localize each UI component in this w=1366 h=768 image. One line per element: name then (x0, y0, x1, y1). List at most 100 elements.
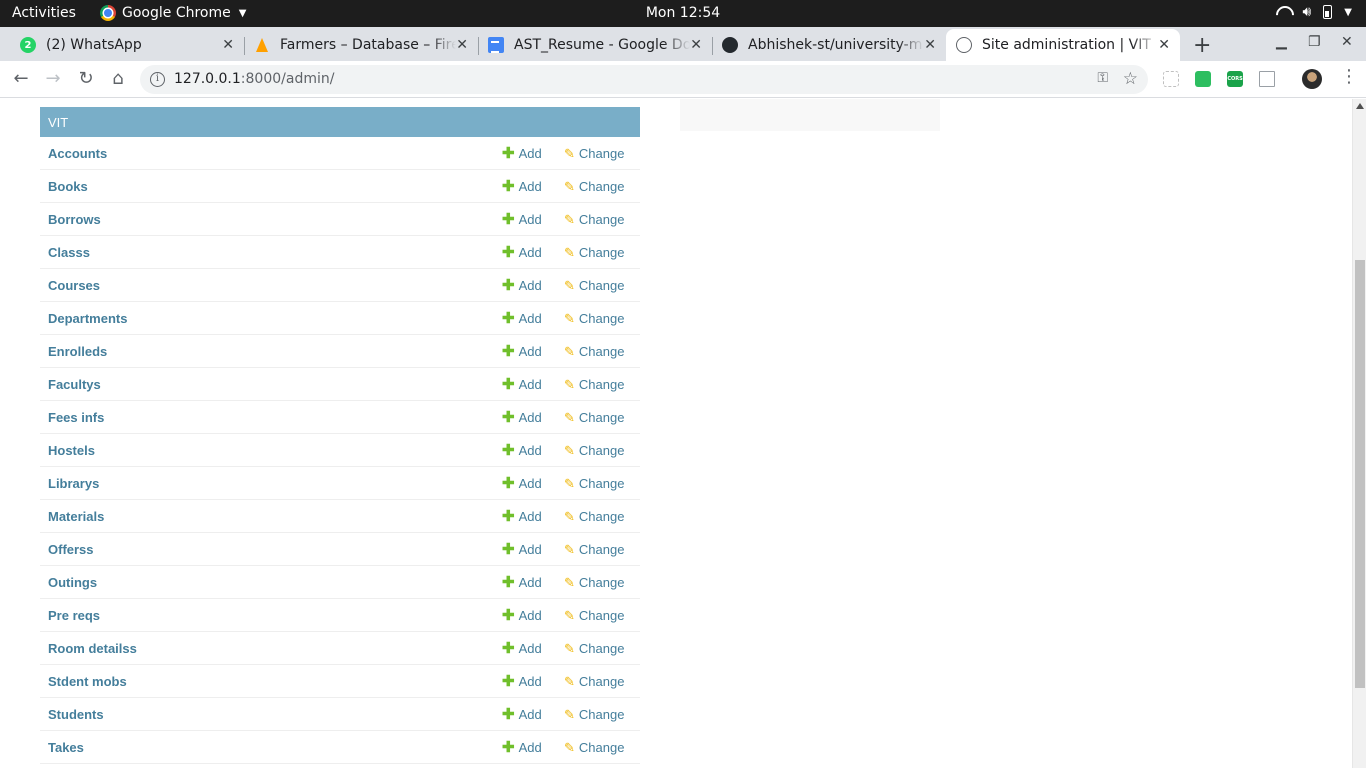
module-caption-label[interactable]: VIT (48, 115, 68, 130)
model-link[interactable]: Books (48, 179, 88, 194)
system-tray[interactable]: 🔊︎ ▼ (1276, 4, 1352, 20)
model-link[interactable]: Courses (48, 278, 100, 293)
change-link[interactable]: ✎ Change (564, 179, 624, 194)
add-label: Add (518, 575, 542, 590)
model-link[interactable]: Classs (48, 245, 90, 260)
home-icon[interactable]: ⌂ (107, 68, 129, 90)
page-icon[interactable] (1259, 71, 1275, 87)
change-link[interactable]: ✎ Change (564, 674, 624, 689)
add-link[interactable]: ✚ Add (502, 146, 542, 161)
key-icon[interactable]: ⚿ (1097, 70, 1108, 86)
add-link[interactable]: ✚ Add (502, 575, 542, 590)
change-link[interactable]: ✎ Change (564, 377, 624, 392)
close-icon[interactable]: ✕ (924, 37, 936, 53)
model-link[interactable]: Borrows (48, 212, 101, 227)
add-link[interactable]: ✚ Add (502, 707, 542, 722)
model-link[interactable]: Takes (48, 740, 84, 755)
change-link[interactable]: ✎ Change (564, 476, 624, 491)
app-menu[interactable]: Google Chrome ▼ (100, 5, 246, 21)
add-link[interactable]: ✚ Add (502, 509, 542, 524)
change-link[interactable]: ✎ Change (564, 245, 624, 260)
add-link[interactable]: ✚ Add (502, 179, 542, 194)
reload-icon[interactable]: ↻ (75, 68, 97, 90)
change-link[interactable]: ✎ Change (564, 575, 624, 590)
pencil-icon: ✎ (564, 146, 575, 161)
scroll-up-arrow-icon[interactable] (1356, 103, 1364, 109)
close-icon[interactable]: ✕ (1158, 37, 1170, 53)
plus-icon: ✚ (502, 376, 515, 393)
forward-icon[interactable]: → (42, 68, 64, 90)
vertical-scrollbar[interactable] (1352, 99, 1366, 768)
add-link[interactable]: ✚ Add (502, 311, 542, 326)
change-link[interactable]: ✎ Change (564, 311, 624, 326)
menu-icon[interactable]: ⋮ (1340, 66, 1358, 87)
add-link[interactable]: ✚ Add (502, 443, 542, 458)
cors-icon[interactable]: CORS (1227, 71, 1243, 87)
add-link[interactable]: ✚ Add (502, 245, 542, 260)
close-icon[interactable]: ✕ (456, 37, 468, 53)
change-link[interactable]: ✎ Change (564, 443, 624, 458)
change-link[interactable]: ✎ Change (564, 344, 624, 359)
change-link[interactable]: ✎ Change (564, 146, 624, 161)
close-icon[interactable]: ✕ (222, 37, 234, 53)
add-link[interactable]: ✚ Add (502, 608, 542, 623)
add-link[interactable]: ✚ Add (502, 740, 542, 755)
scrollbar-thumb[interactable] (1355, 260, 1365, 688)
bookmark-star-icon[interactable]: ☆ (1123, 69, 1138, 89)
tab-site-administration[interactable]: Site administration | VIT ✕ (946, 29, 1180, 61)
model-link[interactable]: Facultys (48, 377, 101, 392)
model-link[interactable]: Enrolleds (48, 344, 107, 359)
extension-icon[interactable] (1163, 71, 1179, 87)
tab-whatsapp[interactable]: 2 (2) WhatsApp ✕ (10, 29, 245, 61)
window-close-icon[interactable]: ✕ (1341, 34, 1353, 50)
tab-firebase[interactable]: Farmers – Database – Fire ✕ (244, 29, 479, 61)
model-link[interactable]: Stdent mobs (48, 674, 127, 689)
model-link[interactable]: Accounts (48, 146, 107, 161)
change-link[interactable]: ✎ Change (564, 542, 624, 557)
add-link[interactable]: ✚ Add (502, 278, 542, 293)
avatar[interactable] (1302, 69, 1322, 89)
add-link[interactable]: ✚ Add (502, 344, 542, 359)
model-link[interactable]: Room detailss (48, 641, 137, 656)
change-link[interactable]: ✎ Change (564, 641, 624, 656)
model-link[interactable]: Materials (48, 509, 104, 524)
add-link[interactable]: ✚ Add (502, 476, 542, 491)
model-link[interactable]: Librarys (48, 476, 99, 491)
add-link[interactable]: ✚ Add (502, 542, 542, 557)
minimize-icon[interactable]: ▁ (1276, 34, 1287, 50)
new-tab-button[interactable]: + (1193, 33, 1211, 58)
change-link[interactable]: ✎ Change (564, 278, 624, 293)
plus-icon: ✚ (502, 244, 515, 261)
add-link[interactable]: ✚ Add (502, 377, 542, 392)
model-link[interactable]: Pre reqs (48, 608, 100, 623)
model-link[interactable]: Offerss (48, 542, 94, 557)
evernote-icon[interactable] (1195, 71, 1211, 87)
model-link[interactable]: Outings (48, 575, 97, 590)
info-icon[interactable]: i (150, 72, 165, 87)
model-link[interactable]: Departments (48, 311, 127, 326)
add-link[interactable]: ✚ Add (502, 410, 542, 425)
change-link[interactable]: ✎ Change (564, 707, 624, 722)
change-link[interactable]: ✎ Change (564, 410, 624, 425)
tab-google-docs[interactable]: AST_Resume - Google Do ✕ (478, 29, 713, 61)
change-label: Change (578, 344, 625, 359)
module-caption[interactable]: VIT (40, 107, 640, 137)
restore-icon[interactable]: ❐ (1308, 34, 1321, 50)
add-link[interactable]: ✚ Add (502, 641, 542, 656)
model-link[interactable]: Students (48, 707, 104, 722)
add-link[interactable]: ✚ Add (502, 674, 542, 689)
change-link[interactable]: ✎ Change (564, 740, 624, 755)
plus-icon: ✚ (502, 574, 515, 591)
change-link[interactable]: ✎ Change (564, 608, 624, 623)
add-link[interactable]: ✚ Add (502, 212, 542, 227)
tab-github[interactable]: Abhishek-st/university-m ✕ (712, 29, 946, 61)
close-icon[interactable]: ✕ (690, 37, 702, 53)
model-link[interactable]: Fees infs (48, 410, 104, 425)
change-link[interactable]: ✎ Change (564, 509, 624, 524)
change-link[interactable]: ✎ Change (564, 212, 624, 227)
model-link[interactable]: Hostels (48, 443, 95, 458)
url-text[interactable]: 127.0.0.1:8000/admin/ (174, 71, 334, 87)
back-icon[interactable]: ← (10, 68, 32, 90)
address-bar[interactable]: i 127.0.0.1:8000/admin/ ⚿ ☆ (140, 65, 1148, 94)
activities-button[interactable]: Activities (12, 5, 76, 21)
